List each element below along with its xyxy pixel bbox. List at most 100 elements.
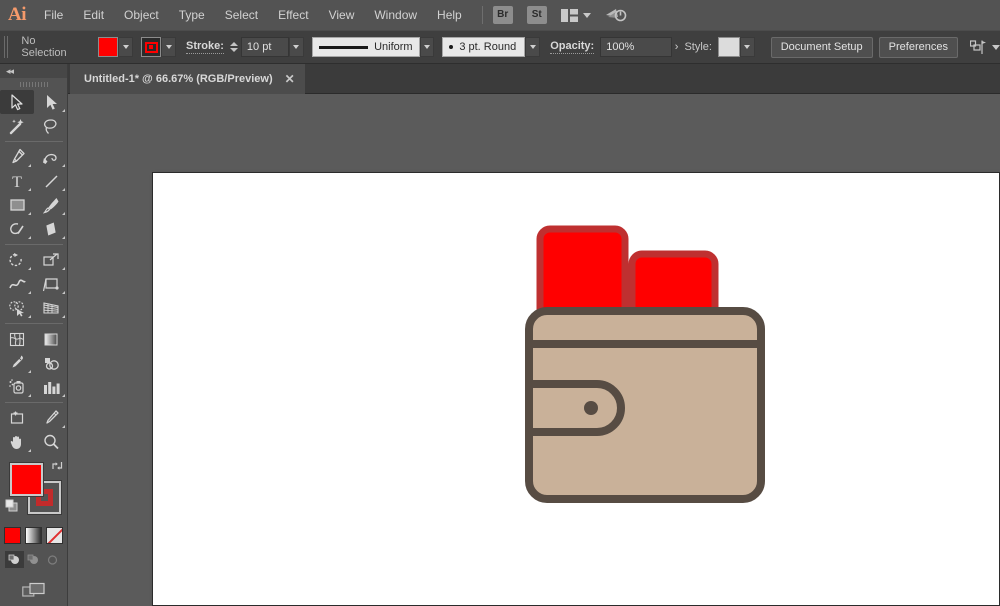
hand-tool[interactable]: [0, 430, 34, 454]
eraser-tool[interactable]: [34, 217, 68, 241]
tool-group-indicator: [62, 212, 65, 215]
menu-item-view[interactable]: View: [319, 0, 365, 30]
stroke-swatch-dropdown[interactable]: [161, 37, 176, 57]
stock-icon[interactable]: St: [527, 6, 547, 24]
line-segment-tool[interactable]: [34, 169, 68, 193]
paintbrush-tool[interactable]: [34, 193, 68, 217]
slice-tool[interactable]: [34, 406, 68, 430]
draw-behind-button[interactable]: [24, 551, 43, 568]
scale-tool[interactable]: [34, 248, 68, 272]
direct-selection-tool[interactable]: [34, 90, 68, 114]
stroke-profile-dropdown[interactable]: [420, 37, 435, 57]
tool-grid: T: [0, 90, 68, 454]
align-options-icon[interactable]: [970, 40, 1000, 55]
brush-definition-select[interactable]: 3 pt. Round: [442, 37, 525, 57]
menu-item-edit[interactable]: Edit: [73, 0, 114, 30]
symbol-sprayer-tool[interactable]: [0, 375, 34, 399]
color-mode-button[interactable]: [4, 527, 21, 544]
draw-inside-button[interactable]: [43, 551, 62, 568]
collapse-panel-icon[interactable]: ◂◂: [6, 66, 13, 77]
graphic-style-dropdown[interactable]: [740, 37, 755, 57]
tool-group-indicator: [62, 394, 65, 397]
change-screen-mode-button[interactable]: [22, 582, 46, 603]
eyedropper-icon: [9, 354, 26, 372]
stroke-profile-select[interactable]: Uniform: [312, 37, 420, 57]
stroke-color-swatch[interactable]: [141, 37, 161, 57]
draw-inside-icon: [46, 554, 59, 566]
draw-normal-button[interactable]: [5, 551, 24, 568]
control-bar-grip[interactable]: [4, 36, 10, 58]
document-tab-bar: Untitled-1* @ 66.67% (RGB/Preview) ✕: [0, 64, 1000, 94]
default-fill-stroke-icon[interactable]: [5, 499, 19, 513]
fill-color-indicator[interactable]: [10, 463, 43, 496]
magic-wand-tool[interactable]: [0, 114, 34, 138]
menu-item-effect[interactable]: Effect: [268, 0, 318, 30]
opacity-input[interactable]: 100%: [600, 37, 672, 57]
brush-definition-dropdown[interactable]: [525, 37, 540, 57]
zoom-magnifier-icon: [42, 433, 60, 451]
tools-panel-header[interactable]: ◂◂: [0, 64, 67, 78]
rotate-tool[interactable]: [0, 248, 34, 272]
fill-swatch-dropdown[interactable]: [118, 37, 133, 57]
close-icon[interactable]: ✕: [285, 73, 295, 85]
column-graph-tool[interactable]: [34, 375, 68, 399]
eyedropper-tool[interactable]: [0, 351, 34, 375]
document-setup-button[interactable]: Document Setup: [771, 37, 873, 58]
stroke-weight-stepper[interactable]: [230, 42, 238, 52]
gradient-mode-button[interactable]: [25, 527, 42, 544]
stepper-down-icon: [230, 48, 238, 52]
menu-item-help[interactable]: Help: [427, 0, 472, 30]
fill-color-swatch[interactable]: [98, 37, 118, 57]
rectangle-tool[interactable]: [0, 193, 34, 217]
menu-item-object[interactable]: Object: [114, 0, 169, 30]
selection-status: No Selection: [21, 35, 78, 59]
menu-item-select[interactable]: Select: [215, 0, 268, 30]
svg-text:T: T: [12, 174, 22, 190]
opacity-options-icon[interactable]: ›: [675, 41, 679, 53]
menu-item-type[interactable]: Type: [169, 0, 215, 30]
free-transform-tool[interactable]: [34, 272, 68, 296]
menu-item-window[interactable]: Window: [364, 0, 427, 30]
app-logo: Ai: [0, 4, 34, 26]
preferences-button[interactable]: Preferences: [879, 37, 958, 58]
opacity-label[interactable]: Opacity:: [550, 40, 594, 54]
stroke-label[interactable]: Stroke:: [186, 40, 224, 54]
workspace-switcher-icon[interactable]: [561, 9, 591, 22]
pen-nib-icon: [9, 148, 26, 166]
wallet-with-cards[interactable]: [525, 221, 775, 511]
stroke-weight-input[interactable]: 10 pt: [241, 37, 289, 57]
graphic-style-swatch[interactable]: [718, 37, 740, 57]
swap-fill-stroke-icon[interactable]: [51, 460, 64, 472]
menu-item-file[interactable]: File: [34, 0, 73, 30]
type-tool[interactable]: T: [0, 169, 34, 193]
search-help-icon[interactable]: [605, 6, 627, 24]
curvature-tool[interactable]: [34, 145, 68, 169]
stroke-profile-preview-icon: [319, 46, 368, 49]
lasso-tool[interactable]: [34, 114, 68, 138]
canvas-area[interactable]: [68, 94, 1000, 606]
document-tab[interactable]: Untitled-1* @ 66.67% (RGB/Preview) ✕: [70, 64, 305, 94]
gradient-tool[interactable]: [34, 327, 68, 351]
pen-tool[interactable]: [0, 145, 34, 169]
artboard-tool[interactable]: [0, 406, 34, 430]
none-mode-button[interactable]: [46, 527, 63, 544]
help-glyph-icon: [605, 6, 627, 24]
selection-tool[interactable]: [0, 90, 34, 114]
bridge-icon[interactable]: Br: [493, 6, 513, 24]
chevron-down-icon: [530, 45, 536, 49]
blend-tool[interactable]: [34, 351, 68, 375]
gradient-icon: [42, 331, 60, 348]
artboard[interactable]: [152, 172, 1000, 606]
type-icon: T: [9, 173, 25, 190]
mesh-tool[interactable]: [0, 327, 34, 351]
rectangle-icon: [9, 197, 26, 213]
brush-preview-icon: [449, 45, 453, 49]
width-tool[interactable]: [0, 272, 34, 296]
zoom-tool[interactable]: [34, 430, 68, 454]
tools-panel-grip[interactable]: [0, 78, 67, 90]
perspective-grid-icon: [42, 300, 61, 317]
shape-builder-tool[interactable]: [0, 296, 34, 320]
perspective-grid-tool[interactable]: [34, 296, 68, 320]
shaper-tool[interactable]: [0, 217, 34, 241]
stroke-weight-dropdown[interactable]: [289, 37, 304, 57]
